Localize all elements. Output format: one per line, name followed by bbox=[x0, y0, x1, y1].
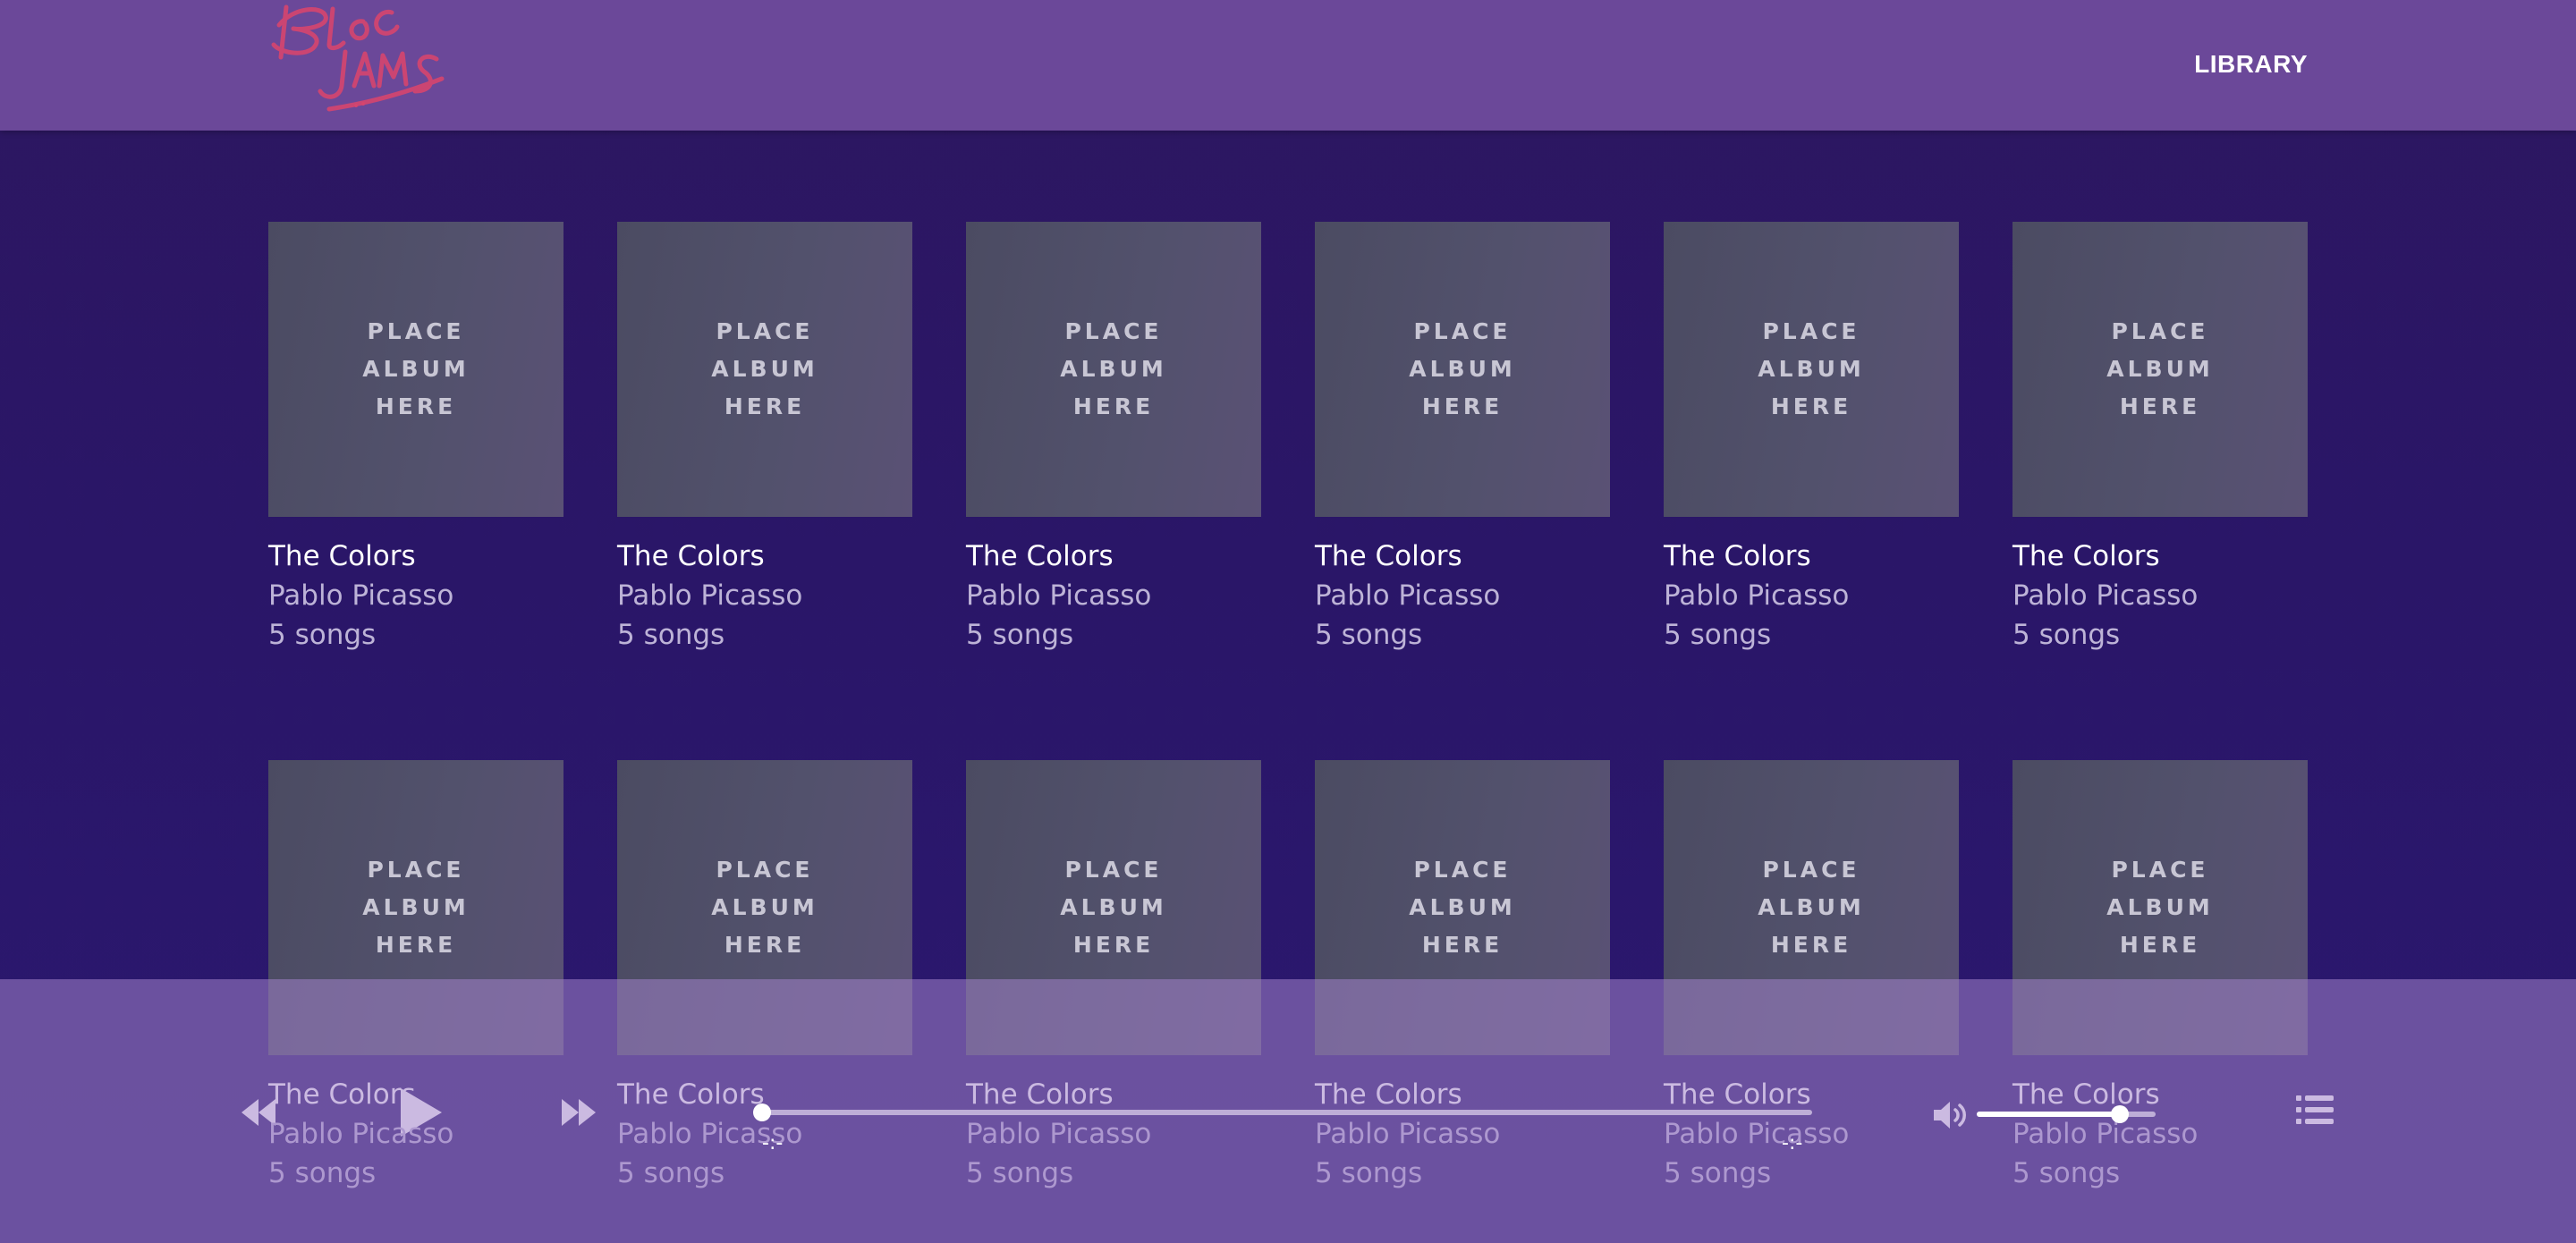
album-cover-text: HERE bbox=[1421, 932, 1504, 958]
logo-script-graphic bbox=[271, 4, 445, 112]
album-info: The ColorsPablo Picasso 5 songs bbox=[617, 537, 912, 655]
bloc-jams-logo[interactable] bbox=[267, 0, 445, 121]
album-title[interactable]: The Colors bbox=[2012, 537, 2308, 576]
album-info: The ColorsPablo Picasso 5 songs bbox=[268, 537, 564, 655]
total-time: -:- bbox=[1782, 1132, 1803, 1154]
album-cover-text: HERE bbox=[1421, 393, 1504, 419]
album-cover-text: HERE bbox=[2119, 932, 2201, 958]
library-link[interactable]: LIBRARY bbox=[2194, 50, 2308, 79]
album-card[interactable]: PLACE ALBUM HERE The ColorsPablo Picasso 5 s… bbox=[617, 222, 912, 760]
album-artist: Pablo Picasso bbox=[1315, 579, 1501, 612]
album-song-count: 5 songs bbox=[966, 619, 1074, 651]
album-cover-text: HERE bbox=[1770, 393, 1852, 419]
album-artist: Pablo Picasso bbox=[966, 579, 1152, 612]
album-cover-text: HERE bbox=[1072, 393, 1155, 419]
album-cover-placeholder[interactable]: PLACE ALBUM HERE bbox=[268, 222, 564, 517]
album-title[interactable]: The Colors bbox=[1315, 537, 1610, 576]
album-cover-text: PLACE bbox=[1413, 318, 1512, 344]
volume-level-fill bbox=[1977, 1112, 2120, 1117]
album-cover-text: HERE bbox=[724, 393, 806, 419]
album-cover-text: ALBUM bbox=[711, 356, 818, 382]
album-cover-text: PLACE bbox=[1762, 857, 1860, 883]
album-cover-text: ALBUM bbox=[1409, 894, 1516, 920]
navbar: LIBRARY bbox=[0, 0, 2576, 131]
album-cover-text: PLACE bbox=[1762, 318, 1860, 344]
album-cover-text: HERE bbox=[1072, 932, 1155, 958]
album-card[interactable]: PLACE ALBUM HERE The ColorsPablo Picasso 5 s… bbox=[268, 222, 564, 760]
album-card[interactable]: PLACE ALBUM HERE The ColorsPablo Picasso 5 s… bbox=[2012, 222, 2308, 760]
album-cover-text: ALBUM bbox=[1758, 894, 1865, 920]
album-cover-text: ALBUM bbox=[711, 894, 818, 920]
current-time: -:- bbox=[762, 1132, 784, 1154]
album-cover-text: PLACE bbox=[367, 857, 465, 883]
album-song-count: 5 songs bbox=[2012, 619, 2121, 651]
album-info: The ColorsPablo Picasso 5 songs bbox=[1315, 537, 1610, 655]
album-card[interactable]: PLACE ALBUM HERE The ColorsPablo Picasso 5 s… bbox=[1664, 222, 1959, 760]
album-info: The ColorsPablo Picasso 5 songs bbox=[1664, 537, 1959, 655]
album-song-count: 5 songs bbox=[268, 619, 377, 651]
album-cover-placeholder[interactable]: PLACE ALBUM HERE bbox=[1315, 222, 1610, 517]
album-title[interactable]: The Colors bbox=[966, 537, 1261, 576]
album-cover-placeholder[interactable]: PLACE ALBUM HERE bbox=[966, 222, 1261, 517]
album-cover-text: ALBUM bbox=[1409, 356, 1516, 382]
album-info: The ColorsPablo Picasso 5 songs bbox=[966, 537, 1261, 655]
album-cover-placeholder[interactable]: PLACE ALBUM HERE bbox=[1664, 222, 1959, 517]
album-cover-text: HERE bbox=[2119, 393, 2201, 419]
album-cover-placeholder[interactable]: PLACE ALBUM HERE bbox=[617, 222, 912, 517]
album-song-count: 5 songs bbox=[1315, 619, 1423, 651]
album-cover-text: ALBUM bbox=[1060, 894, 1167, 920]
album-card[interactable]: PLACE ALBUM HERE The ColorsPablo Picasso 5 s… bbox=[966, 222, 1261, 760]
album-cover-text: PLACE bbox=[2111, 318, 2209, 344]
album-cover-text: PLACE bbox=[1064, 318, 1163, 344]
album-cover-text: ALBUM bbox=[362, 894, 470, 920]
album-cover-text: HERE bbox=[375, 393, 457, 419]
album-artist: Pablo Picasso bbox=[2012, 579, 2199, 612]
album-card[interactable]: PLACE ALBUM HERE The ColorsPablo Picasso 5 s… bbox=[1315, 222, 1610, 760]
album-cover-text: HERE bbox=[724, 932, 806, 958]
album-artist: Pablo Picasso bbox=[268, 579, 454, 612]
album-song-count: 5 songs bbox=[617, 619, 725, 651]
album-cover-text: HERE bbox=[1770, 932, 1852, 958]
album-cover-text: PLACE bbox=[716, 318, 814, 344]
album-artist: Pablo Picasso bbox=[1664, 579, 1850, 612]
album-cover-text: ALBUM bbox=[2106, 894, 2214, 920]
album-cover-placeholder[interactable]: PLACE ALBUM HERE bbox=[2012, 222, 2308, 517]
album-artist: Pablo Picasso bbox=[617, 579, 803, 612]
seek-bar[interactable] bbox=[760, 1110, 1812, 1115]
album-cover-text: PLACE bbox=[367, 318, 465, 344]
album-title[interactable]: The Colors bbox=[1664, 537, 1959, 576]
album-cover-text: PLACE bbox=[716, 857, 814, 883]
album-cover-text: ALBUM bbox=[2106, 356, 2214, 382]
album-info: The ColorsPablo Picasso 5 songs bbox=[2012, 537, 2308, 655]
album-cover-text: ALBUM bbox=[362, 356, 470, 382]
volume-handle[interactable] bbox=[2111, 1105, 2129, 1123]
album-cover-text: PLACE bbox=[2111, 857, 2209, 883]
album-cover-text: PLACE bbox=[1064, 857, 1163, 883]
album-cover-text: HERE bbox=[375, 932, 457, 958]
album-cover-text: ALBUM bbox=[1758, 356, 1865, 382]
album-title[interactable]: The Colors bbox=[617, 537, 912, 576]
album-song-count: 5 songs bbox=[1664, 619, 1772, 651]
album-cover-text: PLACE bbox=[1413, 857, 1512, 883]
seek-handle[interactable] bbox=[753, 1103, 771, 1121]
album-title[interactable]: The Colors bbox=[268, 537, 564, 576]
album-cover-text: ALBUM bbox=[1060, 356, 1167, 382]
